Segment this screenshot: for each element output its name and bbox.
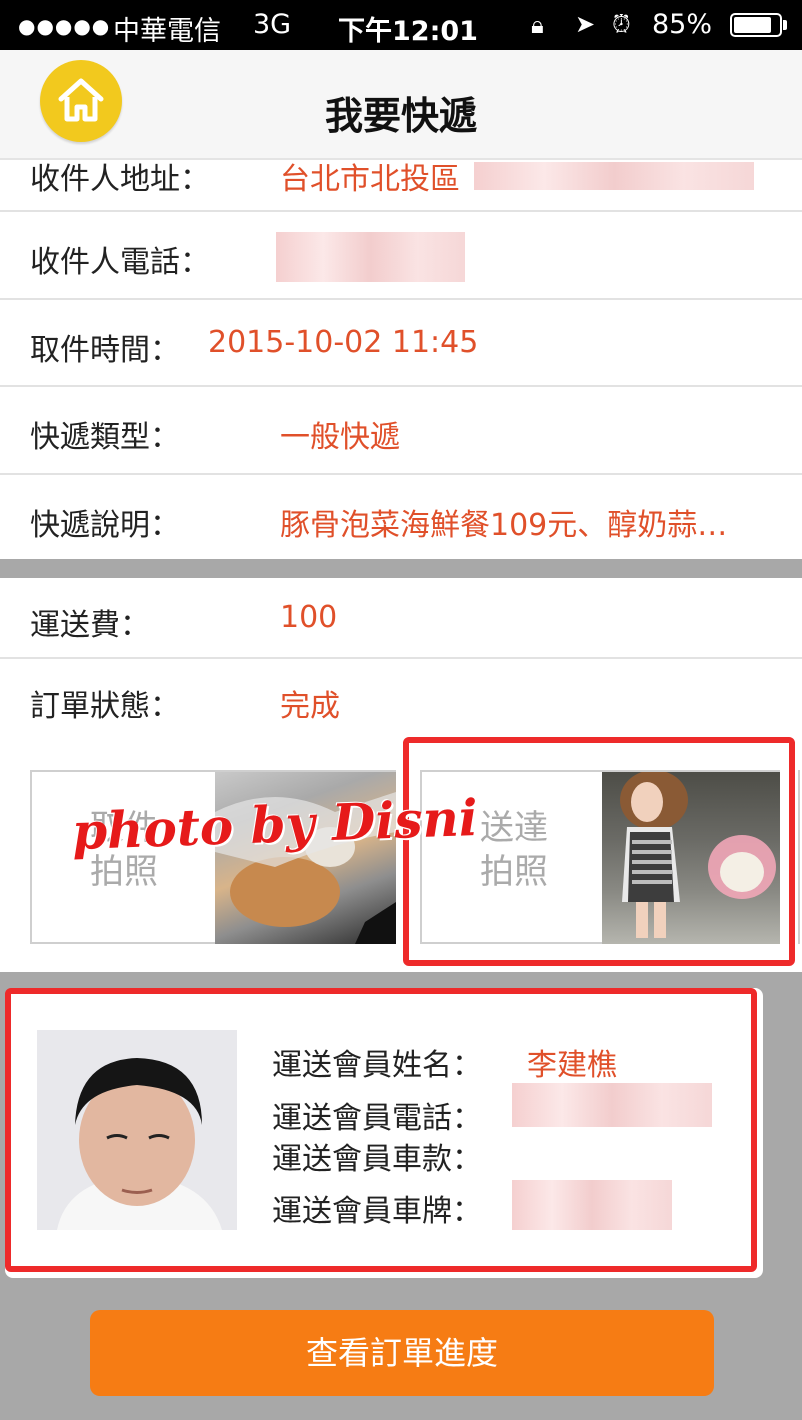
signal-strength: ●●●●●	[18, 14, 111, 38]
network-type: 3G	[253, 9, 292, 40]
battery-percent: 85%	[652, 9, 713, 40]
order-row-status: 訂單狀態： 完成	[0, 659, 802, 739]
detail-label: 快遞類型：	[30, 420, 180, 455]
status-time: 下午12:01	[338, 16, 478, 47]
detail-value: 豚骨泡菜海鮮餐109元、醇奶蒜…	[280, 508, 728, 543]
courier-card-highlight	[5, 988, 757, 1272]
detail-row-pickup-time: 取件時間： 2015-10-02 11:45	[0, 300, 802, 387]
detail-label: 取件時間：	[30, 333, 180, 368]
detail-label: 收件人地址：	[30, 162, 210, 197]
rotation-lock-icon: 🔒︎	[531, 11, 544, 39]
detail-row-type: 快遞類型： 一般快遞	[0, 387, 802, 475]
detail-value: 一般快遞	[280, 420, 400, 455]
order-label: 運送費：	[30, 608, 150, 643]
status-bar: ●●●●● 中華電信 3G 下午12:01 🔒︎ ➤ ⏰︎ 85%	[0, 0, 802, 50]
detail-row-phone: 收件人電話：	[0, 212, 802, 300]
delivery-photo-highlight	[403, 737, 795, 966]
detail-value: 台北市北投區	[280, 162, 460, 197]
carrier-name: 中華電信	[113, 16, 221, 47]
section-separator	[0, 559, 802, 578]
battery-icon	[730, 13, 782, 37]
detail-row-address: 收件人地址： 台北市北投區	[0, 160, 802, 212]
order-value: 100	[280, 600, 338, 635]
page-title: 我要快遞	[324, 94, 477, 138]
order-row-fee: 運送費： 100	[0, 578, 802, 659]
detail-row-description: 快遞說明： 豚骨泡菜海鮮餐109元、醇奶蒜…	[0, 475, 802, 559]
view-order-progress-button[interactable]: 查看訂單進度	[90, 1310, 714, 1396]
detail-value: 2015-10-02 11:45	[208, 325, 479, 360]
redacted-phone	[276, 232, 465, 282]
redacted-address	[474, 162, 754, 190]
order-label: 訂單狀態：	[30, 689, 180, 724]
detail-label: 快遞說明：	[30, 508, 180, 543]
location-arrow-icon: ➤	[575, 10, 596, 38]
alarm-icon: ⏰︎	[612, 10, 631, 38]
order-value: 完成	[280, 689, 340, 724]
detail-label: 收件人電話：	[30, 245, 210, 280]
